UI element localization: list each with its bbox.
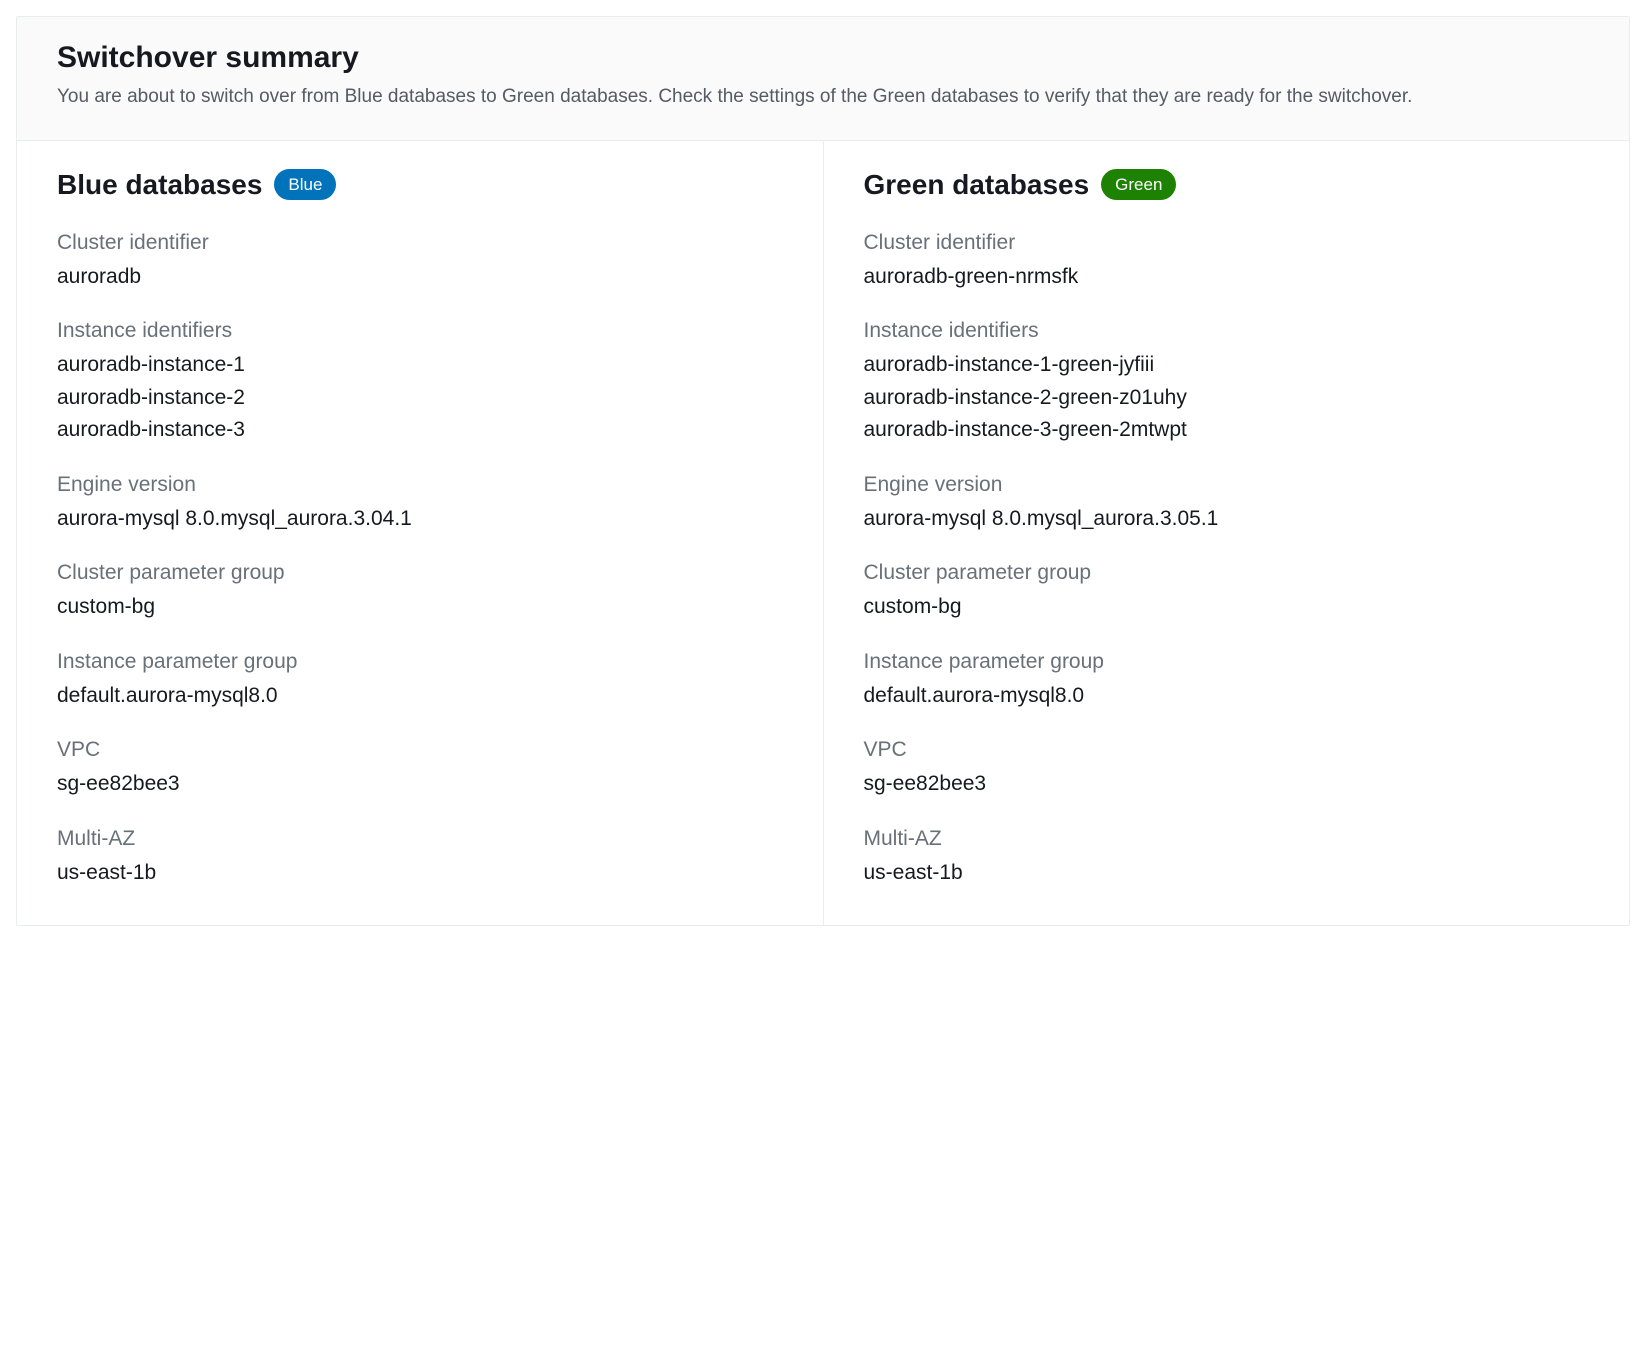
field-label-vpc: VPC [864,738,1590,762]
green-multi-az-field: Multi-AZ us-east-1b [864,827,1590,890]
green-cluster-identifier-field: Cluster identifier auroradb-green-nrmsfk [864,231,1590,294]
green-engine-version-value: aurora-mysql 8.0.mysql_aurora.3.05.1 [864,503,1590,536]
blue-instance-pg-value: default.aurora-mysql8.0 [57,680,783,713]
panel-title: Switchover summary [57,41,1589,75]
panel-header: Switchover summary You are about to swit… [17,17,1629,141]
blue-instance-identifiers-field: Instance identifiers auroradb-instance-1… [57,319,783,447]
blue-vpc-field: VPC sg-ee82bee3 [57,738,783,801]
field-label-multi-az: Multi-AZ [864,827,1590,851]
blue-vpc-value: sg-ee82bee3 [57,768,783,801]
blue-engine-version-field: Engine version aurora-mysql 8.0.mysql_au… [57,473,783,536]
blue-cluster-parameter-group-field: Cluster parameter group custom-bg [57,561,783,624]
blue-instance-2: auroradb-instance-2 [57,382,783,415]
blue-heading-row: Blue databases Blue [57,169,783,201]
panel-body: Blue databases Blue Cluster identifier a… [17,141,1629,926]
field-label-vpc: VPC [57,738,783,762]
blue-cluster-pg-value: custom-bg [57,591,783,624]
field-label-instance-pg: Instance parameter group [57,650,783,674]
green-instance-pg-value: default.aurora-mysql8.0 [864,680,1590,713]
green-multi-az-value: us-east-1b [864,857,1590,890]
green-instance-3: auroradb-instance-3-green-2mtwpt [864,414,1590,447]
blue-cluster-identifier-field: Cluster identifier auroradb [57,231,783,294]
green-vpc-value: sg-ee82bee3 [864,768,1590,801]
green-instance-1: auroradb-instance-1-green-jyfiii [864,349,1590,382]
field-label-cluster-id: Cluster identifier [57,231,783,255]
green-heading-row: Green databases Green [864,169,1590,201]
field-label-cluster-id: Cluster identifier [864,231,1590,255]
green-heading: Green databases [864,169,1090,201]
panel-description: You are about to switch over from Blue d… [57,83,1589,112]
blue-badge: Blue [274,169,336,201]
green-instance-identifiers-field: Instance identifiers auroradb-instance-1… [864,319,1590,447]
field-label-multi-az: Multi-AZ [57,827,783,851]
green-cluster-identifier-value: auroradb-green-nrmsfk [864,261,1590,294]
field-label-instance-ids: Instance identifiers [864,319,1590,343]
field-label-engine: Engine version [864,473,1590,497]
green-instance-parameter-group-field: Instance parameter group default.aurora-… [864,650,1590,713]
green-databases-column: Green databases Green Cluster identifier… [824,141,1630,926]
field-label-instance-ids: Instance identifiers [57,319,783,343]
green-instance-2: auroradb-instance-2-green-z01uhy [864,382,1590,415]
field-label-cluster-pg: Cluster parameter group [57,561,783,585]
blue-heading: Blue databases [57,169,262,201]
blue-multi-az-field: Multi-AZ us-east-1b [57,827,783,890]
field-label-engine: Engine version [57,473,783,497]
blue-instance-3: auroradb-instance-3 [57,414,783,447]
green-cluster-pg-value: custom-bg [864,591,1590,624]
green-engine-version-field: Engine version aurora-mysql 8.0.mysql_au… [864,473,1590,536]
green-cluster-parameter-group-field: Cluster parameter group custom-bg [864,561,1590,624]
green-badge: Green [1101,169,1176,201]
blue-multi-az-value: us-east-1b [57,857,783,890]
green-vpc-field: VPC sg-ee82bee3 [864,738,1590,801]
blue-databases-column: Blue databases Blue Cluster identifier a… [17,141,824,926]
blue-instance-parameter-group-field: Instance parameter group default.aurora-… [57,650,783,713]
field-label-instance-pg: Instance parameter group [864,650,1590,674]
field-label-cluster-pg: Cluster parameter group [864,561,1590,585]
blue-cluster-identifier-value: auroradb [57,261,783,294]
blue-engine-version-value: aurora-mysql 8.0.mysql_aurora.3.04.1 [57,503,783,536]
blue-instance-1: auroradb-instance-1 [57,349,783,382]
switchover-summary-panel: Switchover summary You are about to swit… [16,16,1630,926]
